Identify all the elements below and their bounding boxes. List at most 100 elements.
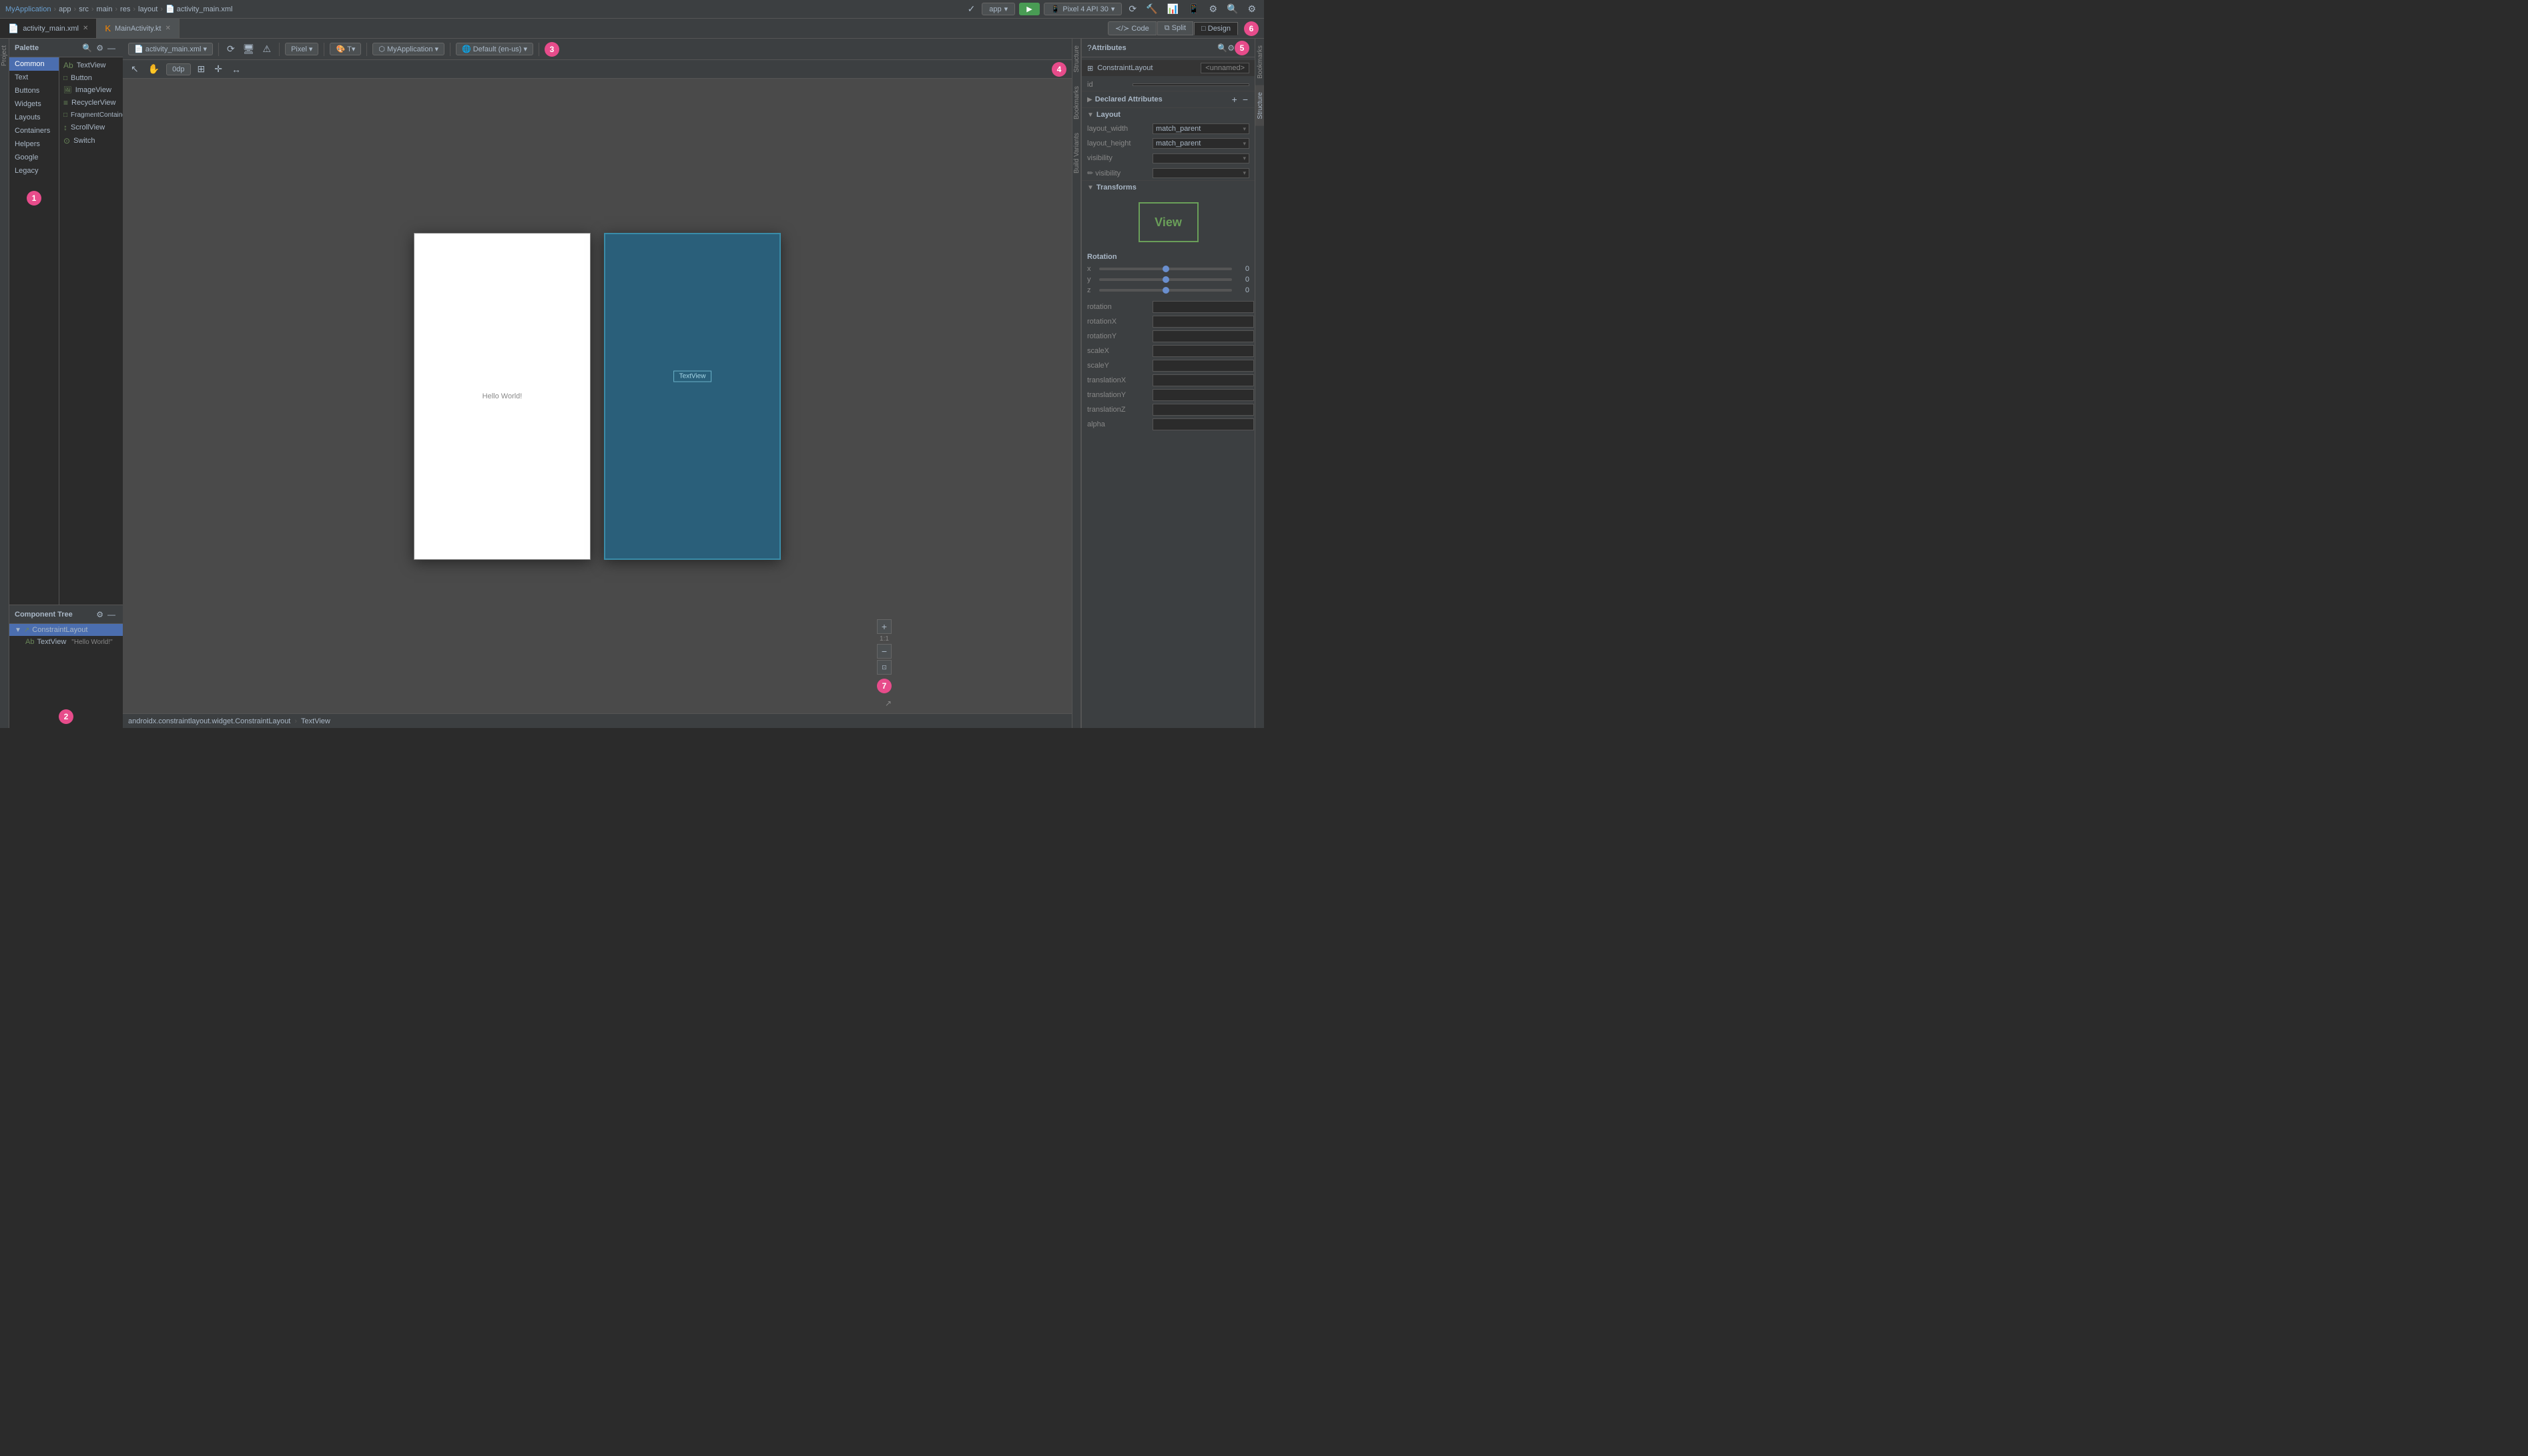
attr-help-btn[interactable]: ? — [1087, 43, 1092, 53]
palette-cat-widgets[interactable]: Widgets — [9, 97, 59, 111]
git-icon[interactable]: ✓ — [965, 2, 978, 16]
api-dropdown-btn[interactable]: 🎨 T▾ — [330, 43, 361, 55]
palette-cat-layouts[interactable]: Layouts — [9, 111, 59, 124]
comp-tree-collapse-btn[interactable]: — — [105, 609, 117, 620]
attr-vis2-arrow: ▾ — [1243, 169, 1246, 177]
attr-translationZ-input[interactable] — [1153, 404, 1254, 416]
zoom-in-btn[interactable]: + — [877, 619, 892, 634]
breadcrumb-main[interactable]: main — [97, 5, 113, 13]
breadcrumb-app2[interactable]: app — [59, 5, 71, 13]
palette-item-switch[interactable]: ⊙ Switch — [59, 134, 123, 147]
right-tab-structure[interactable]: Structure — [1255, 85, 1264, 126]
device-frame-btn[interactable]: 🖥 — [240, 42, 258, 56]
search-icon[interactable]: 🔍 — [1224, 2, 1241, 16]
sync-icon[interactable]: ⟳ — [1126, 2, 1139, 16]
code-tab[interactable]: ≺/≻ Code — [1108, 21, 1157, 35]
align-btn[interactable]: ⊞ — [195, 62, 208, 76]
palette-cat-helpers[interactable]: Helpers — [9, 137, 59, 151]
attr-remove-btn[interactable]: − — [1241, 94, 1249, 105]
attr-layout-header[interactable]: ▼ Layout — [1082, 107, 1255, 121]
breadcrumb-res[interactable]: res — [120, 5, 130, 13]
palette-item-button[interactable]: □ Button — [59, 72, 123, 84]
tab-activity-main[interactable]: 📄 activity_main.xml ✕ — [0, 19, 97, 38]
attr-search-btn[interactable]: 🔍 — [1217, 43, 1227, 53]
breadcrumb-layout[interactable]: layout — [138, 5, 157, 13]
attr-translationY-input[interactable] — [1153, 389, 1254, 401]
palette-search-btn[interactable]: 🔍 — [80, 43, 94, 53]
comp-tree-settings-btn[interactable]: ⚙ — [94, 609, 105, 620]
palette-item-fragmentcontainerview[interactable]: □ FragmentContainerView — [59, 109, 123, 121]
pan-btn[interactable]: ✋ — [145, 62, 162, 76]
rotation-y-slider[interactable] — [1099, 278, 1232, 281]
app-dropdown[interactable]: app ▾ — [982, 3, 1015, 15]
palette-cat-google[interactable]: Google — [9, 151, 59, 164]
avd-icon[interactable]: 📱 — [1185, 2, 1202, 16]
attr-scaleX-input[interactable] — [1153, 345, 1254, 357]
palette-item-textview[interactable]: Ab TextView — [59, 59, 123, 72]
palette-settings-btn[interactable]: ⚙ — [94, 43, 105, 53]
attr-visibility2-dropdown[interactable]: ▾ — [1153, 168, 1249, 178]
theme-label: MyApplication — [387, 45, 432, 53]
palette-collapse-btn[interactable]: — — [105, 43, 117, 53]
blueprint-textview[interactable]: TextView — [673, 371, 712, 382]
breadcrumb-app[interactable]: MyApplication — [5, 5, 51, 13]
palette-cat-containers[interactable]: Containers — [9, 124, 59, 137]
palette-cat-legacy[interactable]: Legacy — [9, 164, 59, 177]
status-component-path[interactable]: androidx.constraintlayout.widget.Constra… — [128, 717, 290, 725]
select-btn[interactable]: ↖ — [128, 62, 141, 76]
split-tab[interactable]: ⧉ Split — [1157, 21, 1193, 35]
run-button[interactable]: ▶ — [1019, 3, 1039, 15]
breadcrumb-src[interactable]: src — [79, 5, 89, 13]
sdk-icon[interactable]: ⚙ — [1206, 2, 1220, 16]
attr-alpha-input[interactable] — [1153, 418, 1254, 430]
palette-item-scrollview[interactable]: ↕ ScrollView — [59, 121, 123, 134]
resize-handle[interactable]: ↗ — [885, 699, 892, 708]
right-tab-bookmarks[interactable]: Bookmarks — [1255, 39, 1264, 85]
attr-translationX-input[interactable] — [1153, 374, 1254, 386]
profile-icon[interactable]: 📊 — [1165, 2, 1181, 16]
attr-visibility-dropdown[interactable]: ▾ — [1153, 153, 1249, 163]
breadcrumb-file[interactable]: 📄 activity_main.xml — [166, 5, 232, 13]
attr-id-input[interactable] — [1133, 83, 1249, 86]
attr-add-btn[interactable]: + — [1231, 94, 1239, 105]
file-dropdown-btn[interactable]: 📄 activity_main.xml ▾ — [128, 43, 213, 55]
locale-dropdown-btn[interactable]: 🌐 Default (en-us) ▾ — [456, 43, 533, 55]
tab-close-icon[interactable]: ✕ — [83, 25, 88, 32]
attr-declared-header[interactable]: ▶ Declared Attributes + − — [1082, 91, 1255, 107]
orient-btn[interactable]: ⟳ — [224, 42, 238, 56]
theme-dropdown-btn[interactable]: ⬡ MyApplication ▾ — [372, 43, 444, 55]
design-tab[interactable]: □ Design — [1194, 22, 1238, 35]
device-dropdown[interactable]: 📱 Pixel 4 API 30 ▾ — [1044, 3, 1123, 15]
attr-layout-height-dropdown[interactable]: match_parent ▾ — [1153, 138, 1249, 149]
palette-cat-buttons[interactable]: Buttons — [9, 84, 59, 97]
attr-transforms-header[interactable]: ▼ Transforms — [1082, 180, 1255, 194]
palette-cat-text[interactable]: Text — [9, 71, 59, 84]
attr-layout-width-dropdown[interactable]: match_parent ▾ — [1153, 123, 1249, 134]
settings-icon[interactable]: ⚙ — [1245, 2, 1259, 16]
guidelines-btn[interactable]: ✛ — [212, 62, 225, 76]
padding-btn[interactable]: 0dp — [166, 63, 190, 75]
constraints-btn[interactable]: ↔ — [229, 63, 244, 76]
comp-tree-textview[interactable]: Ab TextView "Hello World!" — [9, 636, 123, 648]
comp-tree-constraintlayout[interactable]: ▼ ↗ ConstraintLayout — [9, 624, 123, 636]
canvas-area[interactable]: Hello World! TextView ↗ + 1:1 − ⊡ 7 — [123, 79, 1072, 713]
palette-item-imageview[interactable]: 🖼 ImageView — [59, 84, 123, 96]
tab-mainactivity[interactable]: K MainActivity.kt ✕ — [97, 19, 180, 38]
palette-item-recyclerview[interactable]: ≡ RecyclerView — [59, 96, 123, 109]
attr-rotationX-input[interactable] — [1153, 316, 1254, 328]
attr-rotationY-input[interactable] — [1153, 330, 1254, 342]
rotation-x-slider[interactable] — [1099, 268, 1232, 270]
pixel-dropdown-btn[interactable]: Pixel ▾ — [285, 43, 318, 55]
palette-cat-common[interactable]: Common — [9, 57, 59, 71]
status-selected[interactable]: TextView — [301, 717, 330, 725]
tab-mainactivity-close[interactable]: ✕ — [165, 25, 170, 32]
attr-layout-icon[interactable]: ⊞ — [1087, 64, 1093, 73]
fit-btn[interactable]: ⊡ — [877, 660, 892, 675]
attr-scaleY-input[interactable] — [1153, 360, 1254, 372]
rotation-z-slider[interactable] — [1099, 289, 1232, 292]
warning-btn[interactable]: ⚠ — [260, 42, 274, 56]
zoom-out-btn[interactable]: − — [877, 644, 892, 659]
attr-rotation-input[interactable] — [1153, 301, 1254, 313]
build-icon[interactable]: 🔨 — [1143, 2, 1160, 16]
attr-settings-btn[interactable]: ⚙ — [1227, 43, 1235, 53]
